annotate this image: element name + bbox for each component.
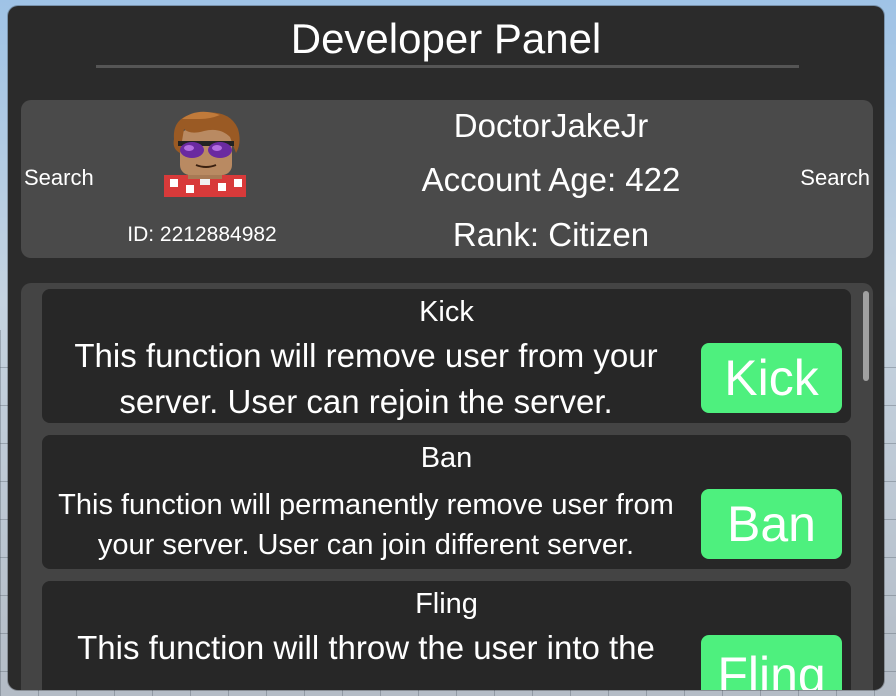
- panel-title: Developer Panel: [290, 15, 602, 62]
- fling-button[interactable]: Fling: [701, 635, 842, 690]
- function-description: This function will throw the user into t…: [77, 629, 655, 666]
- function-title: Kick: [419, 296, 474, 328]
- user-info-card: Search ID: 2212884982 DoctorJakeJr Accou…: [21, 100, 873, 258]
- avatar-headshot-icon: [164, 111, 246, 197]
- user-id: ID: 2212884982: [127, 223, 277, 246]
- function-list[interactable]: Kick This function will remove user from…: [21, 283, 873, 690]
- scrollbar[interactable]: [861, 283, 871, 690]
- username: DoctorJakeJr: [453, 107, 649, 144]
- function-card-ban: Ban This function will permanently remov…: [42, 435, 851, 569]
- search-right-button[interactable]: Search: [800, 164, 870, 192]
- kick-button[interactable]: Kick: [701, 343, 842, 413]
- function-card-fling: Fling This function will throw the user …: [42, 581, 851, 690]
- scrollbar-thumb[interactable]: [863, 291, 869, 381]
- function-card-kick: Kick This function will remove user from…: [42, 289, 851, 423]
- ban-button[interactable]: Ban: [701, 489, 842, 559]
- function-description: This function will permanently remove us…: [58, 489, 674, 561]
- function-title: Fling: [415, 588, 478, 620]
- avatar: [160, 109, 250, 197]
- title-divider: [96, 65, 799, 68]
- search-left-button[interactable]: Search: [24, 164, 94, 192]
- function-description: This function will remove user from your…: [74, 337, 658, 420]
- developer-panel: Developer Panel Search ID: 2212884982 Do…: [8, 6, 884, 690]
- account-age: Account Age: 422: [421, 161, 681, 198]
- function-title: Ban: [420, 442, 473, 474]
- user-rank: Rank: Citizen: [452, 216, 650, 253]
